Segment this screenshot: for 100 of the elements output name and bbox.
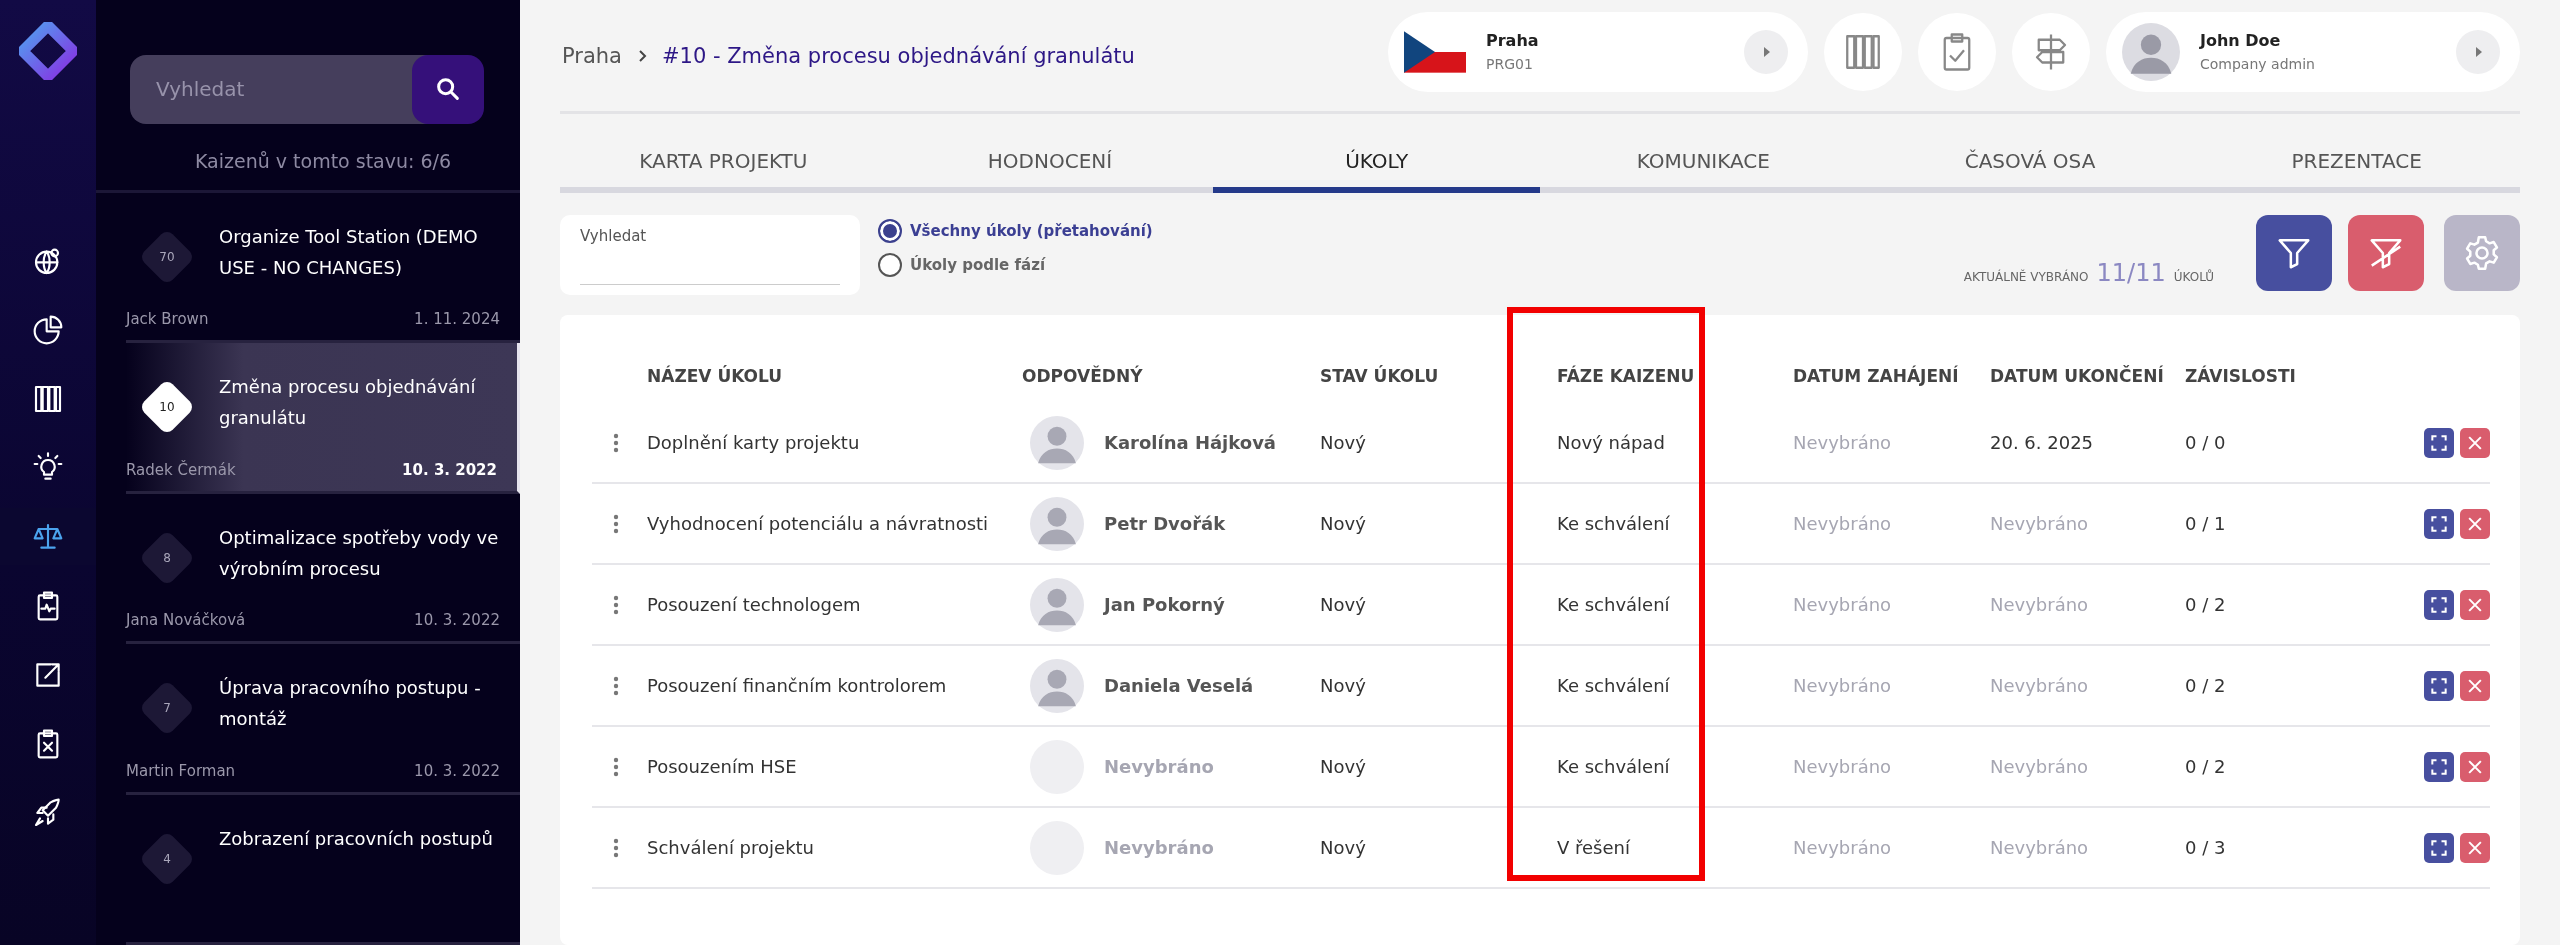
start-date: Nevybráno (1793, 837, 1893, 858)
assignee-name: Karolína Hájková (1104, 432, 1277, 453)
task-name: Doplnění karty projektu (647, 432, 861, 453)
end-date: Nevybráno (1990, 675, 2090, 696)
clear-filter-button[interactable] (2348, 215, 2424, 291)
task-status: Nový (1320, 675, 1367, 696)
kaizen-phase: V řešení (1557, 837, 1631, 858)
expand-button[interactable] (2424, 751, 2454, 782)
kaizen-date: 1. 11. 2024 (414, 310, 500, 329)
dependency-count: 0 / 0 (2185, 432, 2227, 453)
user-menu[interactable]: John Doe Company admin (2106, 11, 2520, 92)
task-status: Nový (1320, 432, 1367, 453)
radio-label[interactable]: Úkoly podle fází (910, 256, 1046, 274)
task-name: Posouzením HSE (647, 756, 798, 777)
breadcrumb-link[interactable]: #10 - Změna procesu objednávání granulátu (662, 43, 1135, 68)
author-name: Martin Forman (126, 761, 236, 780)
column-header: DATUM ZAHÁJENÍ (1793, 366, 1960, 386)
end-date: 20. 6. 2025 (1990, 432, 2095, 453)
pie-chart-icon (32, 313, 64, 346)
start-date: Nevybráno (1793, 756, 1893, 777)
dependency-count: 0 / 2 (2185, 594, 2227, 615)
drag-handle-icon (612, 513, 619, 534)
end-date: Nevybráno (1990, 594, 2090, 615)
tab[interactable]: PREZENTACE (2193, 149, 2521, 193)
task-name: Vyhodnocení potenciálu a návratnosti (647, 513, 990, 534)
expand-button[interactable] (2424, 508, 2454, 539)
kaizen-title: Organize Tool Station (DEMO USE - NO CHANGES) (219, 224, 479, 280)
tab[interactable]: ČASOVÁ OSA (1866, 149, 2194, 193)
kaizen-item[interactable]: 10 Změna procesu objednávání granulátu Radek Čermák 10. 3. 2022 (126, 343, 520, 494)
delete-button[interactable] (2460, 508, 2490, 539)
kaizen-phase: Ke schválení (1557, 594, 1671, 615)
delete-button[interactable] (2460, 670, 2490, 701)
expand-button[interactable] (2424, 670, 2454, 701)
dependency-count: 0 / 2 (2185, 675, 2227, 696)
breadcrumb-link[interactable]: Praha (562, 43, 622, 68)
fullscreen-icon (2429, 675, 2449, 696)
kaizen-phase: Ke schválení (1557, 675, 1671, 696)
start-date: Nevybráno (1793, 594, 1893, 615)
tab[interactable]: HODNOCENÍ (886, 149, 1214, 193)
fullscreen-icon (2429, 513, 2449, 534)
drag-handle-icon (612, 594, 619, 615)
drag-handle-icon (612, 675, 619, 696)
author-name: Jana Nováčková (126, 611, 246, 630)
assignee-name: Nevybráno (1104, 837, 1214, 858)
search-field[interactable]: Vyhledat (560, 215, 860, 295)
number-badge: 10 (138, 378, 196, 437)
fullscreen-icon (2429, 594, 2449, 615)
czech-flag-icon (1404, 30, 1466, 73)
expand-button[interactable] (2424, 427, 2454, 458)
end-date: Nevybráno (1990, 513, 2090, 534)
filter-button[interactable] (2256, 215, 2332, 291)
delete-button[interactable] (2460, 832, 2490, 863)
tab[interactable]: ÚKOLY (1213, 149, 1540, 193)
selection-label: AKTUÁLNĚ VYBRÁNO (1963, 270, 2089, 284)
column-header: NÁZEV ÚKOLU (647, 366, 784, 386)
task-name: Posouzení finančním kontrolorem (647, 675, 948, 696)
number-badge: 70 (138, 227, 196, 286)
task-name: Posouzení technologem (647, 594, 862, 615)
column-header: FÁZE KAIZENU (1557, 366, 1696, 386)
column-header: STAV ÚKOLU (1320, 366, 1440, 386)
logo-icon (19, 22, 77, 80)
user-name: John Doe (2200, 31, 2282, 50)
drag-handle-icon (612, 432, 619, 453)
kaizen-phase: Nový nápad (1557, 432, 1666, 453)
column-header: ZÁVISLOSTI (2185, 366, 2297, 386)
kaizen-date: 10. 3. 2022 (414, 611, 500, 630)
fullscreen-icon (2429, 837, 2449, 858)
task-status: Nový (1320, 513, 1367, 534)
assignee-name: Petr Dvořák (1104, 513, 1226, 534)
selection-unit: ÚKOLŮ (2173, 270, 2214, 284)
expand-button[interactable] (2424, 832, 2454, 863)
selection-count: 11/11 (2096, 259, 2166, 287)
kaizen-date: 10. 3. 2022 (402, 460, 497, 479)
radio-button[interactable] (878, 219, 902, 243)
kaizen-title: Úprava pracovního postupu - montáž (219, 676, 482, 732)
search-field[interactable]: Vyhledat (130, 55, 428, 124)
number-badge: 8 (138, 528, 196, 587)
task-status: Nový (1320, 756, 1367, 777)
kaizen-title: Zobrazení pracovních postupů (219, 826, 494, 851)
expand-button[interactable] (2424, 589, 2454, 620)
radio-button[interactable] (878, 253, 902, 277)
user-avatar (2122, 22, 2180, 81)
kaizen-title: Optimalizace spotřeby vody ve výrobním procesu (219, 525, 500, 581)
assignee-name: Daniela Veselá (1104, 675, 1254, 696)
task-status: Nový (1320, 837, 1367, 858)
start-date: Nevybráno (1793, 675, 1893, 696)
delete-button[interactable] (2460, 751, 2490, 782)
location-selector[interactable]: Praha PRG01 (1388, 11, 1808, 92)
fullscreen-icon (2429, 756, 2449, 777)
tab[interactable]: KARTA PROJEKTU (560, 149, 887, 193)
chevron-right-icon (636, 48, 648, 63)
assignee-name: Nevybráno (1104, 756, 1214, 777)
start-date: Nevybráno (1793, 432, 1893, 453)
dependency-count: 0 / 1 (2185, 513, 2227, 534)
delete-button[interactable] (2460, 427, 2490, 458)
column-header: ODPOVĚDNÝ (1022, 366, 1144, 386)
tab[interactable]: KOMUNIKACE (1540, 149, 1867, 193)
radio-label[interactable]: Všechny úkoly (přetahování) (910, 222, 1153, 240)
location-code: PRG01 (1486, 56, 1534, 72)
delete-button[interactable] (2460, 589, 2490, 620)
